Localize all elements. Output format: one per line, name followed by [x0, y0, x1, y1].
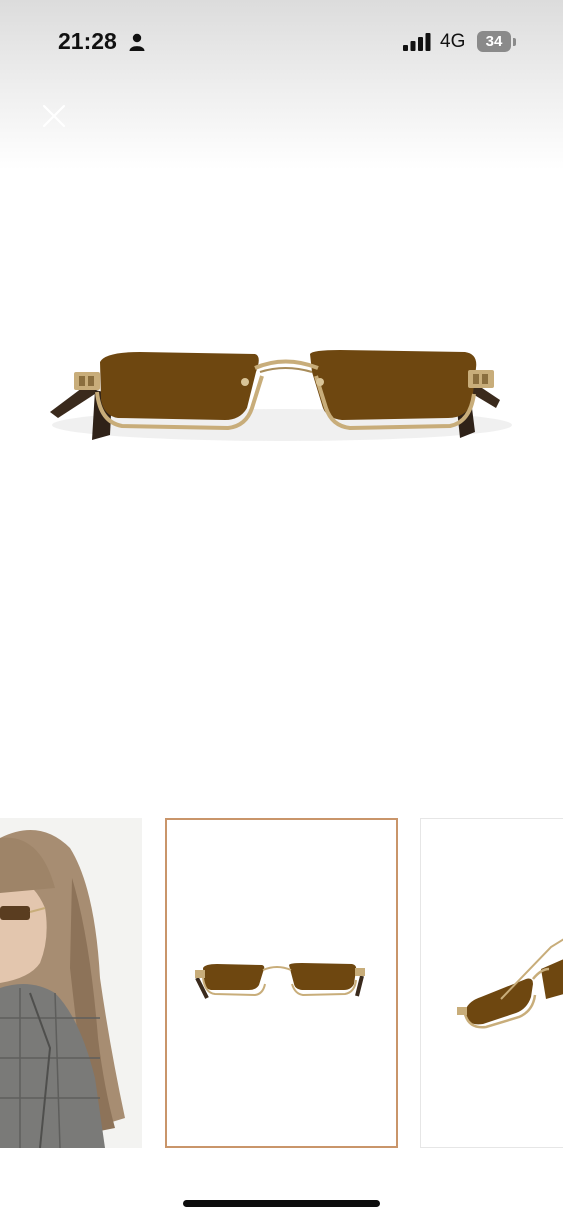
status-bar: 21:28 4G 34	[0, 0, 563, 84]
angle-view-photo	[457, 938, 563, 1029]
battery-cap	[513, 38, 516, 46]
person-icon	[129, 33, 145, 51]
signal-icon	[403, 33, 431, 51]
thumbnail-angle[interactable]	[420, 818, 563, 1148]
thumbnail-strip	[0, 818, 563, 1150]
status-time: 21:28	[58, 28, 117, 54]
battery-level: 34	[485, 33, 503, 50]
home-indicator[interactable]	[183, 1200, 380, 1207]
network-type: 4G	[440, 31, 466, 52]
model-photo	[0, 830, 125, 1148]
close-icon[interactable]	[38, 100, 70, 132]
thumbnail-front-selected[interactable]	[165, 818, 398, 1148]
battery-indicator: 34	[477, 31, 511, 52]
front-view-photo	[195, 963, 365, 999]
main-product-image[interactable]	[0, 150, 563, 790]
thumbnail-model[interactable]	[0, 818, 142, 1148]
